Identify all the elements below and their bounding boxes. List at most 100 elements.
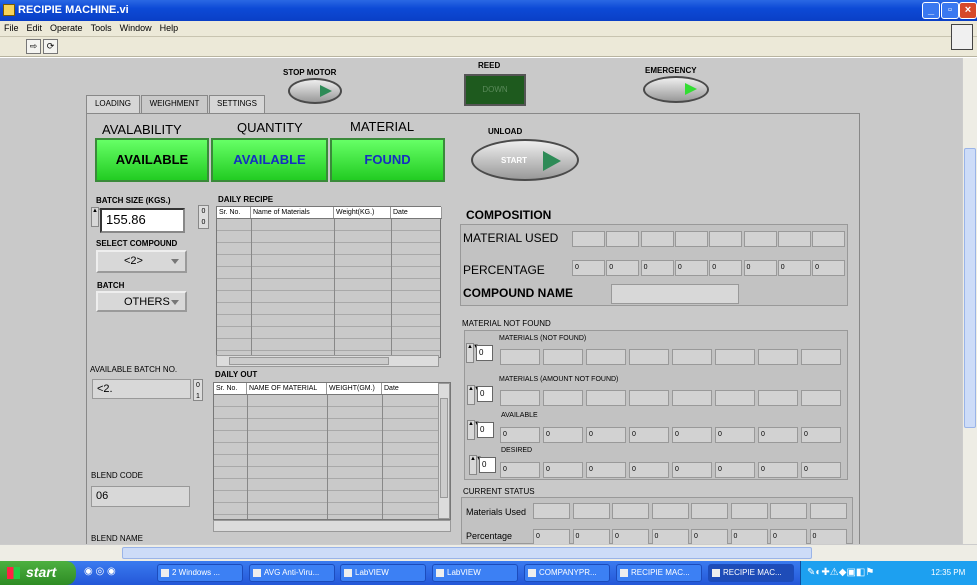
- available-cell[interactable]: 0: [801, 427, 841, 443]
- daily-out-table[interactable]: Sr. No. NAME OF MATERIAL WEIGHT(GM.) Dat…: [213, 382, 451, 520]
- task-companypr[interactable]: COMPANYPR...: [524, 564, 610, 582]
- menu-file[interactable]: File: [0, 21, 23, 35]
- material-used-cell[interactable]: [640, 231, 674, 247]
- daily-out-hscroll[interactable]: [213, 520, 451, 532]
- composition-percentage-cell[interactable]: 0: [812, 260, 846, 276]
- desired-cell[interactable]: 0: [801, 462, 841, 478]
- mnf-index-increment-4[interactable]: ▲▼: [469, 455, 482, 475]
- composition-percentage-cell[interactable]: 0: [709, 260, 743, 276]
- current-percentage-cell[interactable]: 0: [612, 529, 649, 545]
- emergency-button[interactable]: [643, 76, 709, 103]
- task-recipie-1[interactable]: RECIPIE MAC...: [616, 564, 702, 582]
- mnf-index-increment-1[interactable]: ▲▼: [466, 343, 479, 363]
- amount-not-found-cell[interactable]: [801, 390, 841, 406]
- mnf-index-2[interactable]: 0: [477, 386, 493, 402]
- amount-not-found-cell[interactable]: [715, 390, 755, 406]
- desired-cell[interactable]: 0: [543, 462, 583, 478]
- current-materials-used-cell[interactable]: [691, 503, 728, 519]
- materials-not-found-cell[interactable]: [758, 349, 798, 365]
- desired-cell[interactable]: 0: [500, 462, 540, 478]
- current-percentage-cell[interactable]: 0: [809, 529, 847, 545]
- composition-percentage-cell[interactable]: 0: [606, 260, 640, 276]
- tab-loading[interactable]: LOADING: [86, 95, 140, 113]
- desired-cell[interactable]: 0: [629, 462, 669, 478]
- start-button[interactable]: start: [0, 561, 76, 585]
- available-cell[interactable]: 0: [758, 427, 798, 443]
- window-hscroll[interactable]: [0, 544, 977, 561]
- unload-start-button[interactable]: START: [471, 139, 579, 181]
- current-materials-used-cell[interactable]: [809, 503, 847, 519]
- blend-code-field[interactable]: 06: [91, 486, 190, 507]
- composition-percentage-cell[interactable]: 0: [777, 260, 811, 276]
- materials-not-found-cell[interactable]: [672, 349, 712, 365]
- composition-percentage-cell[interactable]: 0: [572, 260, 605, 276]
- current-materials-used-cell[interactable]: [651, 503, 689, 519]
- menu-edit[interactable]: Edit: [23, 21, 47, 35]
- current-materials-used-cell[interactable]: [533, 503, 570, 519]
- batch-ring[interactable]: OTHERS: [96, 291, 187, 312]
- mnf-index-3[interactable]: 0: [477, 422, 494, 438]
- current-materials-used-cell[interactable]: [612, 503, 649, 519]
- run-continuously-icon[interactable]: ⟳: [43, 39, 58, 54]
- task-labview-1[interactable]: LabVIEW: [340, 564, 426, 582]
- available-cell[interactable]: 0: [586, 427, 626, 443]
- quick-launch[interactable]: ◉ ◎ ◉: [84, 566, 144, 580]
- materials-not-found-cell[interactable]: [586, 349, 626, 365]
- current-materials-used-cell[interactable]: [572, 503, 610, 519]
- material-used-cell[interactable]: [674, 231, 708, 247]
- menu-operate[interactable]: Operate: [46, 21, 87, 35]
- run-arrow-icon[interactable]: ⇨: [26, 39, 41, 54]
- composition-percentage-cell[interactable]: 0: [743, 260, 777, 276]
- current-percentage-cell[interactable]: 0: [651, 529, 689, 545]
- desired-cell[interactable]: 0: [672, 462, 712, 478]
- desired-cell[interactable]: 0: [586, 462, 626, 478]
- batch-size-increment[interactable]: ▲▼: [91, 207, 104, 227]
- daily-recipe-table[interactable]: Sr. No. Name of Materials Weight(KG.) Da…: [216, 206, 442, 358]
- tray-icons[interactable]: ✎◐✚⚠◆▣◧⚑: [807, 567, 874, 578]
- material-used-cell[interactable]: [606, 231, 640, 247]
- materials-not-found-cell[interactable]: [715, 349, 755, 365]
- composition-percentage-cell[interactable]: 0: [640, 260, 674, 276]
- current-materials-used-cell[interactable]: [770, 503, 807, 519]
- material-used-cell[interactable]: [572, 231, 605, 247]
- current-percentage-cell[interactable]: 0: [691, 529, 728, 545]
- amount-not-found-cell[interactable]: [500, 390, 540, 406]
- mnf-index-increment-2[interactable]: ▲▼: [467, 385, 480, 405]
- amount-not-found-cell[interactable]: [629, 390, 669, 406]
- stop-motor-button[interactable]: [288, 78, 342, 104]
- task-avg[interactable]: AVG Anti-Viru...: [249, 564, 335, 582]
- daily-recipe-hscroll[interactable]: [216, 355, 439, 367]
- current-percentage-cell[interactable]: 0: [730, 529, 768, 545]
- minimize-button[interactable]: _: [922, 2, 940, 19]
- window-vscroll[interactable]: [962, 58, 977, 544]
- materials-not-found-cell[interactable]: [629, 349, 669, 365]
- maximize-button[interactable]: ▫: [941, 2, 959, 19]
- materials-not-found-cell[interactable]: [543, 349, 583, 365]
- task-labview-2[interactable]: LabVIEW: [432, 564, 518, 582]
- current-materials-used-cell[interactable]: [730, 503, 768, 519]
- close-button[interactable]: ×: [959, 2, 977, 19]
- task-windows[interactable]: 2 Windows ...: [157, 564, 243, 582]
- materials-not-found-cell[interactable]: [801, 349, 841, 365]
- composition-percentage-cell[interactable]: 0: [674, 260, 708, 276]
- tab-settings[interactable]: SETTINGS: [209, 95, 265, 113]
- mnf-index-increment-3[interactable]: ▲▼: [467, 420, 480, 440]
- mnf-index-4[interactable]: 0: [479, 457, 496, 473]
- available-cell[interactable]: 0: [500, 427, 540, 443]
- materials-not-found-cell[interactable]: [500, 349, 540, 365]
- desired-cell[interactable]: 0: [758, 462, 798, 478]
- material-used-cell[interactable]: [743, 231, 777, 247]
- amount-not-found-cell[interactable]: [672, 390, 712, 406]
- amount-not-found-cell[interactable]: [586, 390, 626, 406]
- tab-weighment[interactable]: WEIGHMENT: [141, 95, 208, 113]
- material-used-cell[interactable]: [777, 231, 811, 247]
- mnf-index-1[interactable]: 0: [476, 345, 493, 361]
- available-cell[interactable]: 0: [715, 427, 755, 443]
- current-percentage-cell[interactable]: 0: [572, 529, 610, 545]
- menu-help[interactable]: Help: [156, 21, 183, 35]
- available-cell[interactable]: 0: [672, 427, 712, 443]
- desired-cell[interactable]: 0: [715, 462, 755, 478]
- available-cell[interactable]: 0: [629, 427, 669, 443]
- compound-name-field[interactable]: [611, 284, 739, 304]
- daily-out-vscroll[interactable]: [438, 383, 450, 519]
